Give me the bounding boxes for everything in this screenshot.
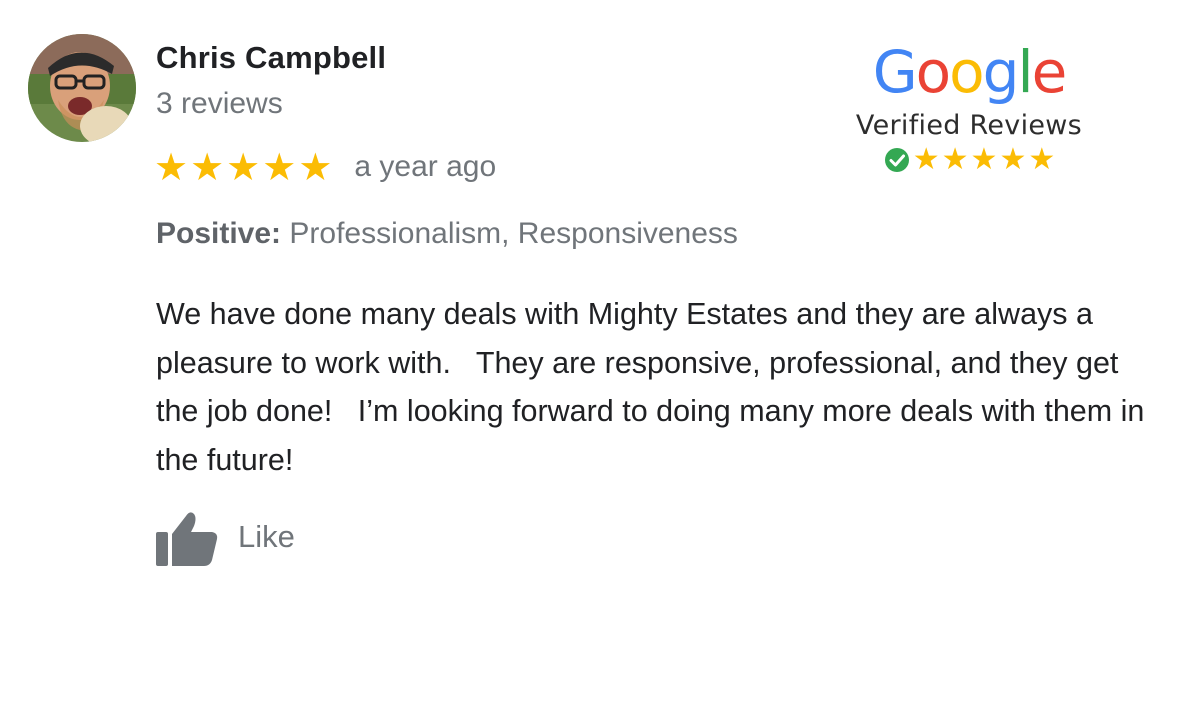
star-icon: ★ (970, 142, 998, 177)
avatar-image (28, 34, 136, 142)
like-button[interactable]: Like (156, 508, 295, 566)
google-logo-letter: o (915, 38, 951, 106)
positive-label: Positive: (156, 217, 282, 250)
star-icon: ★ (999, 142, 1027, 177)
star-icon: ★ (912, 142, 940, 177)
reviewer-name[interactable]: Chris Campbell (156, 40, 386, 76)
star-icon: ★ (1028, 142, 1056, 177)
star-icon: ★ (154, 145, 189, 189)
positive-value: Professionalism, Responsiveness (289, 217, 738, 250)
star-icon: ★ (298, 145, 333, 189)
google-logo-letter: e (1031, 38, 1068, 106)
badge-star-rating: ★ ★ ★ ★ ★ (838, 145, 1100, 175)
review-text: We have done many deals with Mighty Esta… (156, 297, 1153, 477)
star-rating: ★ ★ ★ ★ ★ (154, 148, 332, 186)
rating-row: ★ ★ ★ ★ ★ a year ago (154, 148, 496, 186)
star-icon: ★ (941, 142, 969, 177)
check-circle-icon (883, 146, 911, 174)
like-label[interactable]: Like (238, 519, 295, 555)
google-logo-letter: G (872, 38, 918, 106)
google-logo: Google (838, 40, 1100, 104)
thumbs-up-icon[interactable] (156, 508, 218, 566)
google-logo-letter: l (1017, 38, 1033, 106)
review-timestamp: a year ago (354, 150, 497, 183)
star-icon: ★ (262, 145, 297, 189)
google-verified-badge: Google Verified Reviews ★ ★ ★ ★ ★ (838, 40, 1100, 175)
star-icon: ★ (226, 145, 261, 189)
google-logo-letter: g (982, 38, 1020, 106)
star-icon: ★ (190, 145, 225, 189)
verified-reviews-label: Verified Reviews (855, 110, 1083, 141)
positive-attributes: Positive: Professionalism, Responsivenes… (156, 217, 738, 251)
google-logo-letter: o (949, 38, 984, 106)
avatar[interactable] (28, 34, 136, 142)
review-count[interactable]: 3 reviews (156, 87, 283, 121)
